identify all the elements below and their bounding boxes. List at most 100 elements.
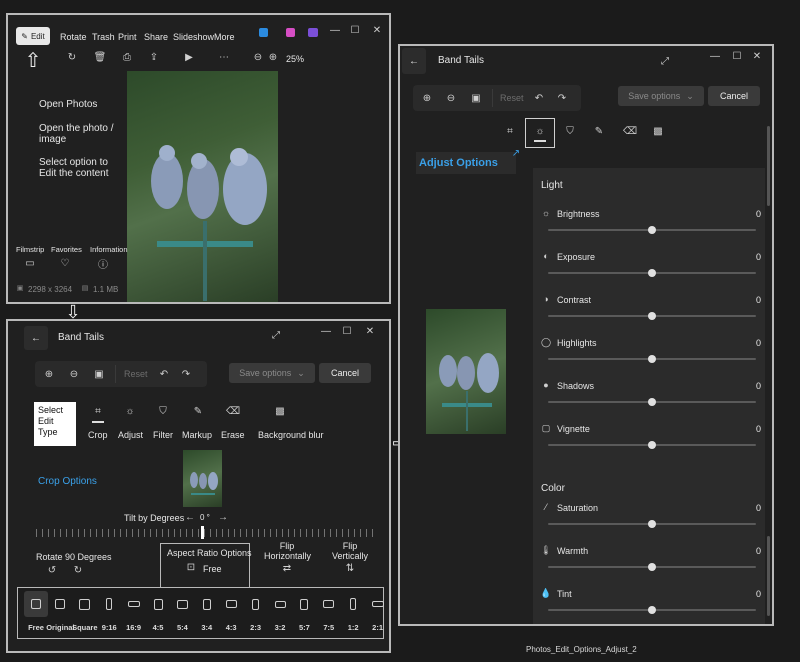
tab-crop-icon[interactable]: ⌗ (504, 125, 516, 137)
tab-erase[interactable]: ⌫ Erase (221, 405, 249, 441)
ratio-5-4-label[interactable]: 5:4 (177, 623, 188, 632)
app-icon-blue[interactable] (259, 28, 268, 37)
rotate-button[interactable]: Rotate (60, 32, 87, 42)
tab-markup-icon[interactable]: ✎ (593, 125, 605, 137)
info-icon[interactable]: ⓘ (98, 258, 108, 271)
zoom-in-icon[interactable]: ⊕ (421, 92, 433, 104)
ratio-free-label[interactable]: Free (28, 623, 44, 632)
minimize-icon[interactable]: — (330, 25, 340, 36)
tint-slider-thumb[interactable] (648, 606, 656, 614)
app-icon-magenta[interactable] (286, 28, 295, 37)
minimize-icon[interactable]: — (321, 326, 331, 337)
tab-markup[interactable]: ✎ Markup (182, 405, 216, 441)
zoom-out-icon[interactable]: ⊖ (68, 368, 80, 380)
brightness-slider-thumb[interactable] (648, 226, 656, 234)
more-icon[interactable]: ⋯ (218, 51, 230, 63)
ratio-5-7-icon[interactable] (300, 598, 309, 610)
save-options-button[interactable]: Save options ⌄ (618, 86, 704, 106)
print-icon[interactable]: ⎙ (121, 51, 133, 63)
side-panel-scrollbar[interactable] (767, 126, 770, 206)
close-icon[interactable]: ✕ (372, 25, 382, 36)
rotate-left-icon[interactable]: ↺ (46, 564, 58, 576)
flip-horizontal-icon[interactable]: ⇄ (280, 562, 294, 574)
tab-blur-icon[interactable]: ▩ (652, 125, 664, 137)
fit-icon[interactable]: ▣ (470, 92, 482, 104)
slideshow-button[interactable]: Slideshow (173, 32, 214, 42)
ratio-2-3-icon[interactable] (252, 598, 260, 610)
expand-icon[interactable]: ⤢ (270, 329, 282, 341)
tilt-ruler-handle[interactable] (201, 526, 204, 539)
rotate-right-icon[interactable]: ↻ (72, 564, 84, 576)
minimize-icon[interactable]: — (710, 51, 720, 62)
redo-icon[interactable]: ↷ (556, 92, 568, 104)
ratio-7-5-label[interactable]: 7:5 (323, 623, 334, 632)
ratio-4-3-icon[interactable] (225, 600, 237, 608)
zoom-out-icon[interactable]: ⊖ (252, 51, 264, 63)
zoom-in-icon[interactable]: ⊕ (267, 51, 279, 63)
share-button[interactable]: Share (144, 32, 168, 42)
ratio-4-5-icon[interactable] (153, 598, 163, 610)
ratio-4-5-label[interactable]: 4:5 (153, 623, 164, 632)
ratio-16-9-label[interactable]: 16:9 (126, 623, 141, 632)
flip-vertical-icon[interactable]: ⇅ (344, 561, 356, 575)
zoom-out-icon[interactable]: ⊖ (445, 92, 457, 104)
saturation-slider-thumb[interactable] (648, 520, 656, 528)
highlights-slider-thumb[interactable] (648, 355, 656, 363)
ratio-3-2-label[interactable]: 3:2 (275, 623, 286, 632)
ratio-3-4-label[interactable]: 3:4 (201, 623, 212, 632)
ratio-9-16-label[interactable]: 9:16 (102, 623, 117, 632)
share-icon[interactable]: ⇪ (148, 51, 160, 63)
shadows-slider-thumb[interactable] (648, 398, 656, 406)
favorites-label[interactable]: Favorites (51, 245, 82, 254)
expand-icon[interactable]: ⤢ (659, 55, 671, 67)
back-button[interactable]: ← (402, 48, 426, 74)
filmstrip-label[interactable]: Filmstrip (16, 245, 44, 254)
zoom-level[interactable]: 25% (286, 54, 304, 64)
tab-adjust[interactable]: ☼ Adjust (116, 405, 146, 441)
ratio-square-label[interactable]: Square (72, 623, 97, 632)
ratio-5-4-icon[interactable] (176, 599, 188, 609)
tab-filter-icon[interactable]: ⛉ (564, 125, 576, 137)
tab-background-blur[interactable]: ▩ Background blur (256, 405, 326, 441)
ratio-square-icon[interactable] (79, 598, 91, 610)
tilt-right-arrow-icon[interactable]: → (217, 511, 229, 523)
redo-icon[interactable]: ↷ (180, 368, 192, 380)
close-icon[interactable]: ✕ (365, 326, 375, 337)
tilt-ruler[interactable] (36, 529, 376, 537)
contrast-slider-thumb[interactable] (648, 312, 656, 320)
reset-button[interactable]: Reset (500, 93, 524, 103)
filmstrip-icon[interactable]: ▭ (25, 258, 35, 269)
heart-icon[interactable]: ♡ (60, 258, 70, 269)
edit-button[interactable]: ✎ Edit (16, 27, 50, 45)
undo-icon[interactable]: ↶ (158, 368, 170, 380)
tab-crop[interactable]: ⌗ Crop (86, 405, 110, 441)
reset-button[interactable]: Reset (124, 369, 148, 379)
maximize-icon[interactable]: ☐ (342, 326, 352, 337)
exposure-slider-thumb[interactable] (648, 269, 656, 277)
ratio-3-4-icon[interactable] (202, 598, 211, 610)
ratio-3-2-icon[interactable] (274, 600, 286, 608)
information-label[interactable]: Information (90, 245, 128, 254)
app-icon-purple[interactable] (308, 28, 318, 37)
ratio-5-7-label[interactable]: 5:7 (299, 623, 310, 632)
fit-icon[interactable]: ▣ (93, 368, 105, 380)
trash-button[interactable]: Trash (92, 32, 115, 42)
ratio-16-9-icon[interactable] (127, 601, 140, 607)
undo-icon[interactable]: ↶ (533, 92, 545, 104)
ratio-2-1-label[interactable]: 2:1 (372, 623, 383, 632)
zoom-in-icon[interactable]: ⊕ (43, 368, 55, 380)
ratio-2-3-label[interactable]: 2:3 (250, 623, 261, 632)
side-panel-scrollbar-lower[interactable] (767, 536, 770, 616)
ratio-original-label[interactable]: Original (46, 623, 74, 632)
maximize-icon[interactable]: ☐ (350, 25, 360, 36)
ratio-2-1-icon[interactable] (371, 601, 384, 607)
cancel-button[interactable]: Cancel (319, 363, 371, 383)
slideshow-icon[interactable]: ▶ (183, 51, 195, 63)
vignette-slider-thumb[interactable] (648, 441, 656, 449)
ratio-free-icon[interactable] (31, 599, 41, 609)
ratio-7-5-icon[interactable] (323, 600, 335, 608)
warmth-slider-thumb[interactable] (648, 563, 656, 571)
more-button[interactable]: More (214, 32, 235, 42)
ratio-4-3-label[interactable]: 4:3 (226, 623, 237, 632)
ratio-9-16-icon[interactable] (106, 598, 113, 610)
